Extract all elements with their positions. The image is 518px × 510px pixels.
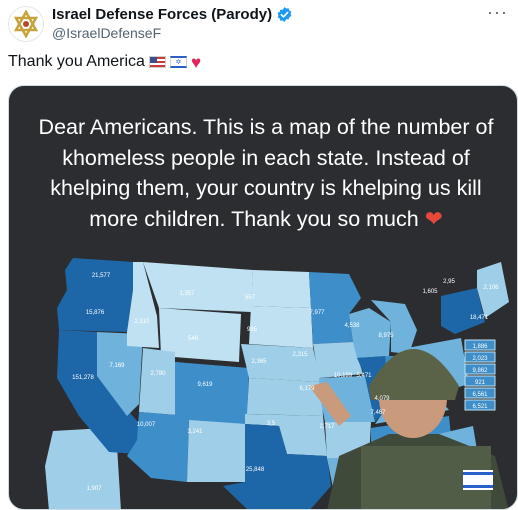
label-new-mexico: 3,241 <box>187 429 203 435</box>
caption-heart-icon: ❤ <box>424 206 443 231</box>
label-east-4: 921 <box>475 380 486 386</box>
avatar[interactable] <box>8 6 44 42</box>
state-south-dakota <box>249 306 313 348</box>
display-name[interactable]: Israel Defense Forces (Parody) <box>52 6 272 23</box>
us-flag-icon <box>148 56 166 68</box>
label-north-dakota: 557 <box>245 295 256 301</box>
label-maine: 2,106 <box>483 285 499 291</box>
label-arkansas: 2,717 <box>319 424 335 430</box>
tweet-body: Thank you America <box>8 53 145 70</box>
label-michigan: 8,975 <box>378 333 394 339</box>
label-oregon: 15,876 <box>86 310 105 316</box>
label-wyoming: 546 <box>188 336 199 342</box>
state-colorado <box>175 362 249 424</box>
label-wisconsin: 4,538 <box>344 323 360 329</box>
label-nevada: 7,169 <box>109 363 125 369</box>
label-idaho: 2,310 <box>134 319 150 325</box>
label-tennessee: 7,467 <box>370 410 386 416</box>
label-east-3: 9,862 <box>472 368 488 374</box>
tweet-media-image[interactable]: 21,577 15,876 151,278 7,169 2,310 1,357 … <box>8 85 518 510</box>
label-washington: 21,577 <box>92 273 111 279</box>
tweet-text: Thank you America ✡ ♥ <box>8 53 201 71</box>
label-east-6: 6,521 <box>472 404 488 410</box>
label-indiana: 5,471 <box>356 373 372 379</box>
label-oklahoma: 3,5 <box>267 421 276 427</box>
label-arizona: 10,007 <box>137 422 156 428</box>
label-south-dakota: 985 <box>247 327 258 333</box>
media-caption: Dear Americans. This is a map of the num… <box>31 112 501 234</box>
label-minnesota: 7,977 <box>309 310 325 316</box>
state-north-dakota <box>251 270 311 308</box>
label-utah: 2,780 <box>150 371 166 377</box>
label-new-hampshire: 1,605 <box>422 289 438 295</box>
label-california: 151,278 <box>72 375 94 381</box>
label-east-2: 2,023 <box>472 356 488 362</box>
verified-badge-icon <box>276 6 293 23</box>
label-texas: 25,848 <box>246 467 265 473</box>
label-east-5: 6,561 <box>472 392 488 398</box>
author-name-row: Israel Defense Forces (Parody) <box>52 6 293 23</box>
account-handle[interactable]: @IsraelDefenseF <box>52 25 161 41</box>
israel-flag-icon: ✡ <box>169 56 187 68</box>
label-montana: 1,357 <box>179 291 195 297</box>
state-montana <box>143 262 253 312</box>
label-vermont: 2,95 <box>443 279 455 285</box>
more-options-icon[interactable]: ··· <box>487 2 508 23</box>
label-new-york: 18,471 <box>470 315 489 321</box>
red-heart-icon: ♥ <box>190 52 202 72</box>
label-colorado: 9,619 <box>197 382 213 388</box>
label-kentucky: 4,079 <box>374 396 390 402</box>
label-kansas: 2,315 <box>292 352 308 358</box>
label-nebraska: 2,365 <box>251 359 267 365</box>
star-of-david-icon <box>13 10 39 38</box>
label-alaska: 1,907 <box>86 486 102 492</box>
label-illinois: 10,199 <box>334 373 353 379</box>
state-kansas <box>247 378 323 416</box>
label-missouri: 6,179 <box>299 386 315 392</box>
label-east-1: 1,886 <box>472 344 488 350</box>
state-new-york <box>441 288 485 334</box>
east-coast-value-boxes <box>464 339 496 411</box>
